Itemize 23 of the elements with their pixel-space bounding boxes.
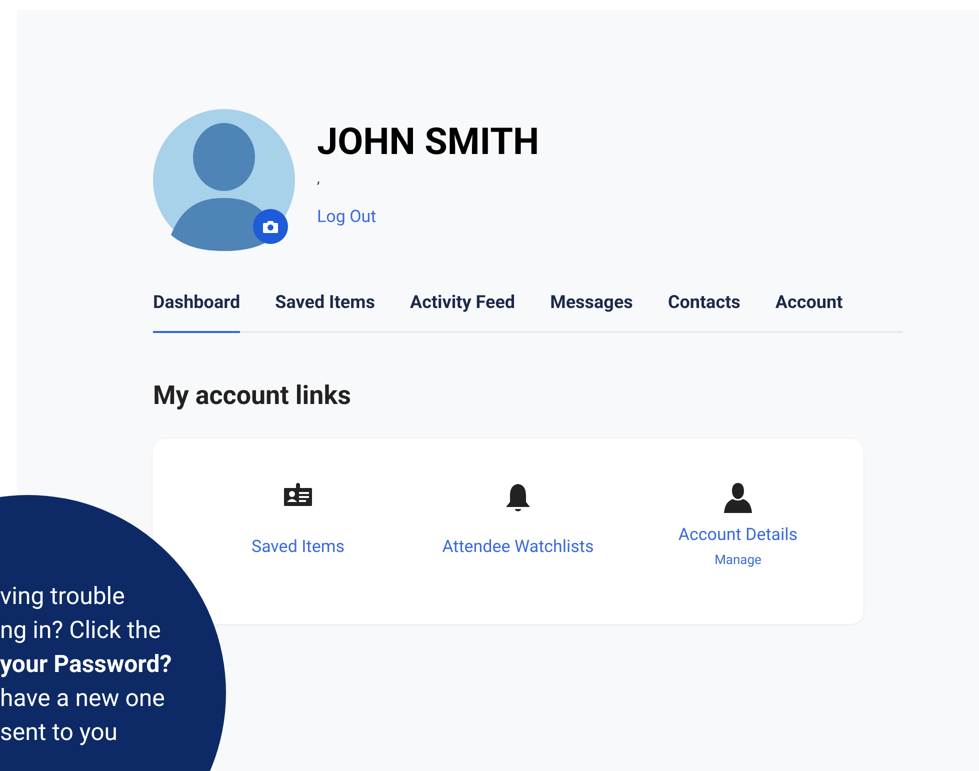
id-badge-icon xyxy=(284,483,312,507)
person-icon xyxy=(724,483,752,513)
manage-link[interactable]: Manage xyxy=(714,550,762,570)
nav-tab[interactable]: Saved Items xyxy=(275,289,375,333)
help-text-line: ng in? Click the xyxy=(0,615,161,646)
account-link[interactable]: Attendee Watchlists xyxy=(442,535,594,560)
nav-tab[interactable]: Account xyxy=(775,289,843,333)
nav-tab[interactable]: Activity Feed xyxy=(410,289,516,333)
bell-icon xyxy=(505,483,531,513)
nav-tab[interactable]: Dashboard xyxy=(153,289,240,333)
user-name: JOHN SMITH xyxy=(317,121,540,165)
help-text-line: sent to you xyxy=(0,717,118,748)
account-link[interactable]: Saved Items xyxy=(251,535,345,560)
help-text-line: your Password? xyxy=(0,649,172,680)
log-out-link[interactable]: Log Out xyxy=(317,205,540,230)
nav-tab[interactable]: Messages xyxy=(550,289,633,333)
section-title: My account links xyxy=(153,380,352,412)
account-link[interactable]: Account Details xyxy=(678,523,798,548)
camera-icon xyxy=(263,220,278,232)
help-text-line: ving trouble xyxy=(0,581,125,612)
user-subtitle: , xyxy=(317,170,321,189)
help-text-line: have a new one xyxy=(0,683,165,714)
nav-tab[interactable]: Contacts xyxy=(668,289,740,333)
